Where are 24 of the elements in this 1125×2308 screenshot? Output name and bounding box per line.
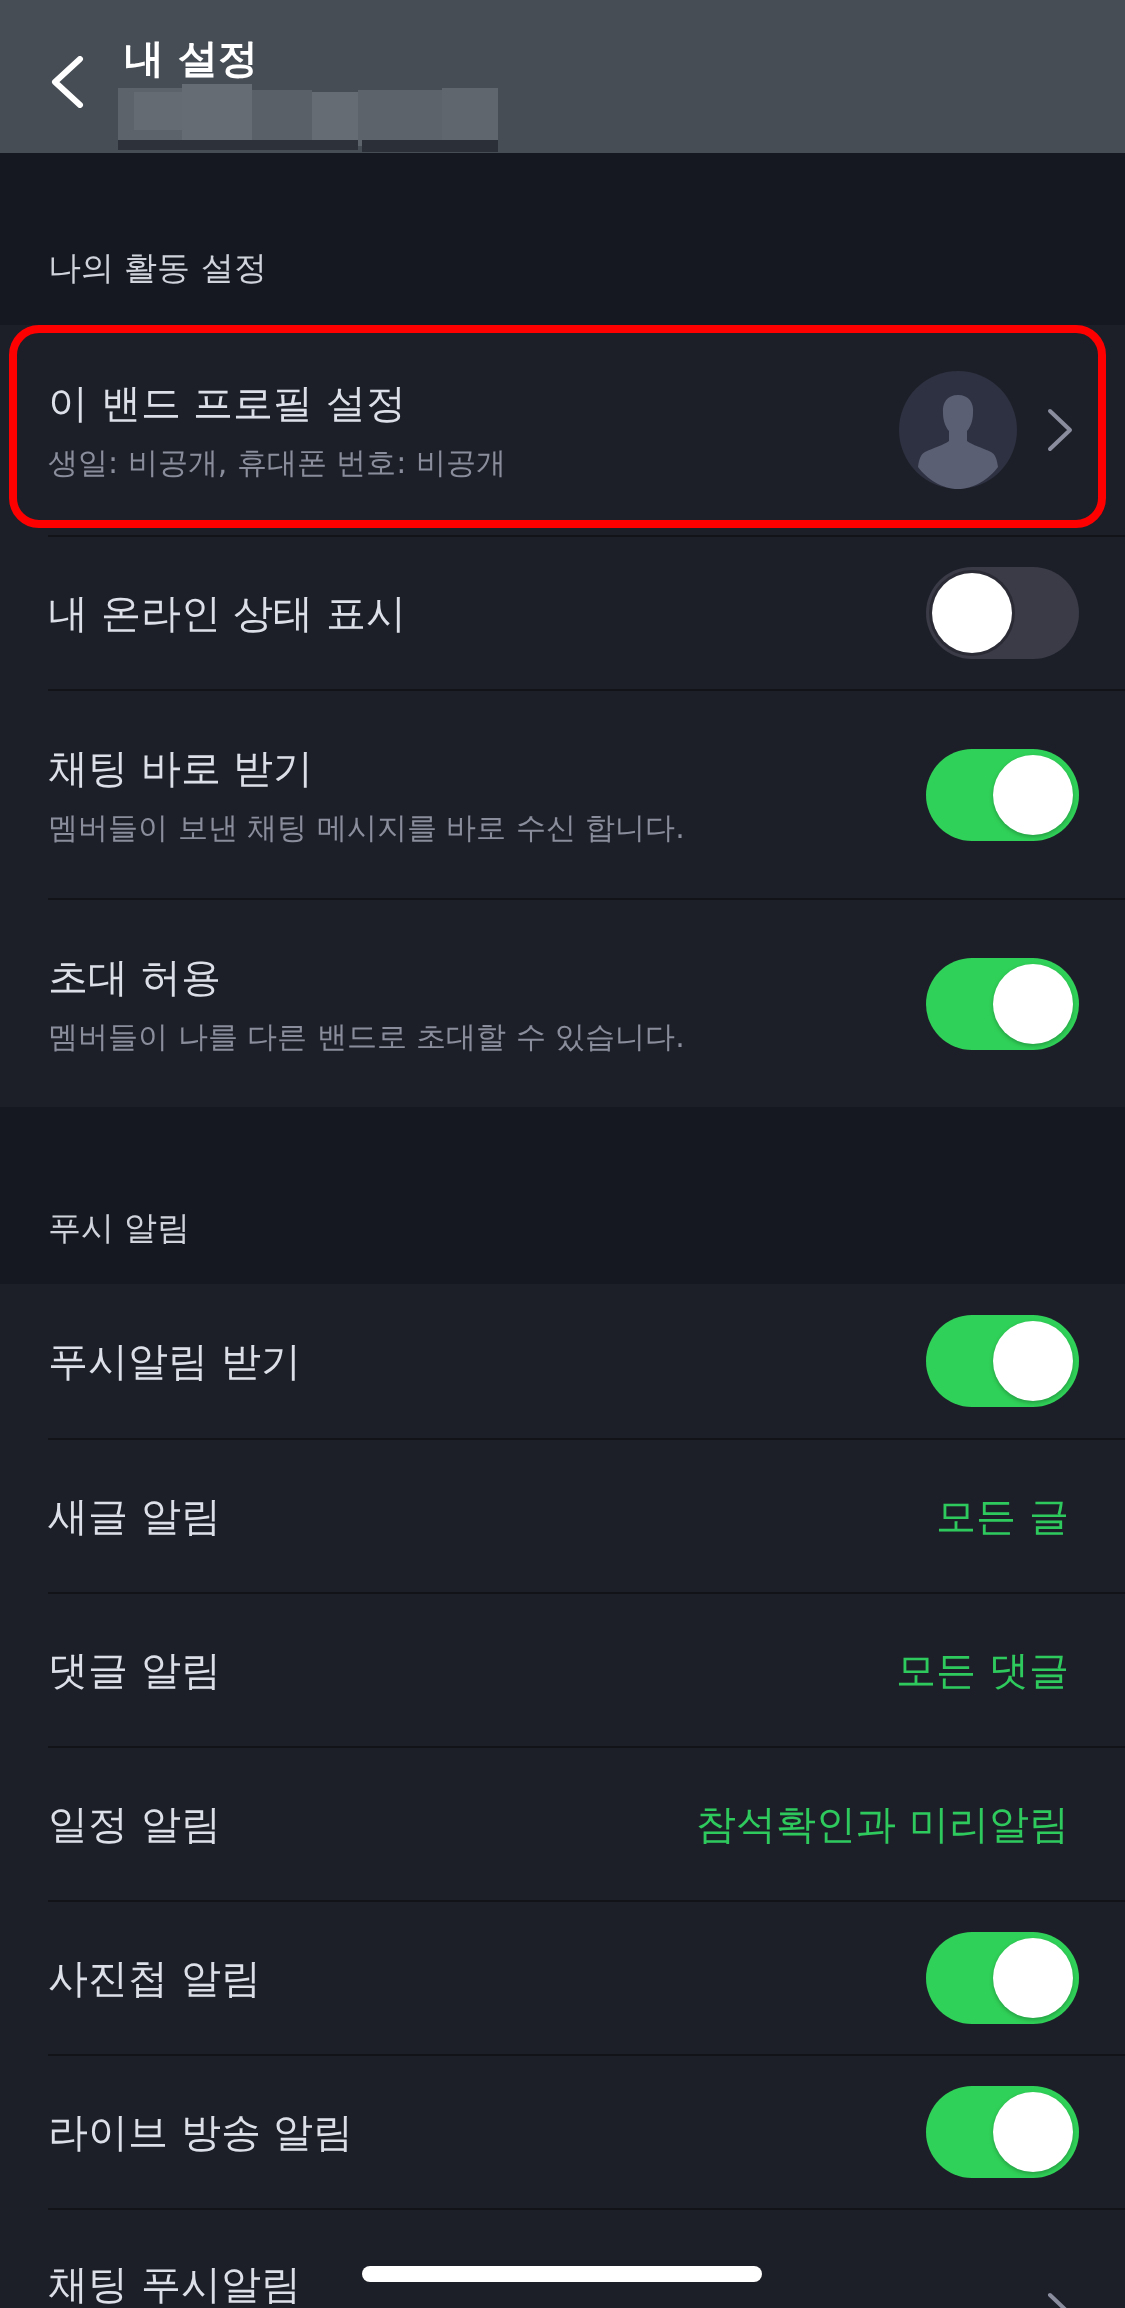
section-header: 푸시 알림 <box>47 1207 192 1249</box>
setting-value[interactable]: 참석확인과 미리알림 <box>696 1798 1069 1850</box>
setting-title: 내 온라인 상태 표시 <box>48 589 407 638</box>
setting-title[interactable]: 이 밴드 프로필 설정 <box>48 377 407 429</box>
setting-title[interactable]: 일정 알림 <box>48 1798 221 1850</box>
setting-title[interactable]: 새글 알림 <box>48 1490 221 1542</box>
setting-value[interactable]: 모든 글 <box>936 1490 1069 1542</box>
chevron-left-icon <box>50 56 84 108</box>
back-button[interactable] <box>50 56 84 108</box>
setting-title: 채팅 바로 받기 <box>48 743 314 793</box>
section-header: 나의 활동 설정 <box>47 247 268 289</box>
profile-silhouette-icon <box>899 371 1017 489</box>
setting-title[interactable]: 댓글 알림 <box>48 1644 221 1696</box>
setting-description: 멤버들이 나를 다른 밴드로 초대할 수 있습니다. <box>48 1017 685 1056</box>
setting-title: 푸시알림 받기 <box>48 1337 301 1386</box>
setting-value[interactable]: 모든 댓글 <box>896 1644 1069 1696</box>
setting-description: 멤버들이 보낸 채팅 메시지를 바로 수신 합니다. <box>48 808 685 847</box>
setting-title[interactable]: 채팅 푸시알림 <box>48 2258 301 2308</box>
setting-title: 사진첩 알림 <box>48 1954 261 2003</box>
setting-title: 초대 허용 <box>48 952 221 1002</box>
page-title: 내 설정 <box>124 34 258 82</box>
setting-title: 라이브 방송 알림 <box>48 2108 354 2157</box>
chevron-right-icon <box>1047 408 1073 452</box>
setting-description: 생일: 비공개, 휴대폰 번호: 비공개 <box>48 444 506 482</box>
